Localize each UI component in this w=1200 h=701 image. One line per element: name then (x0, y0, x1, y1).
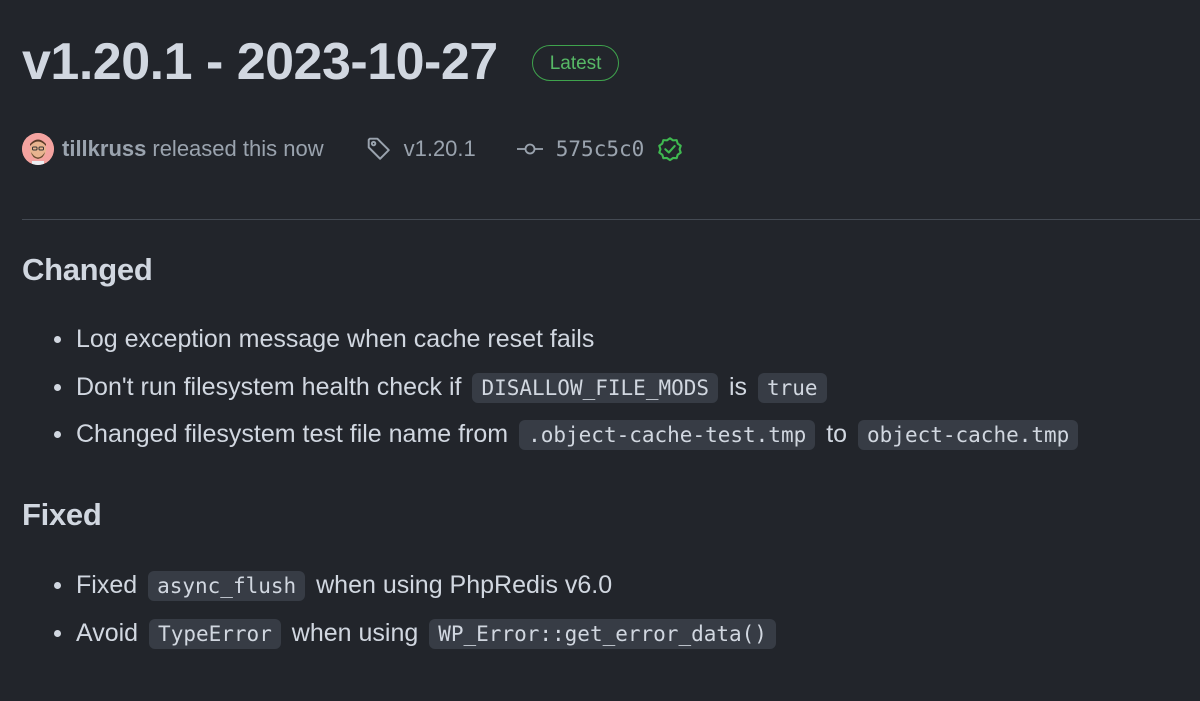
item-text: Avoid (76, 618, 139, 647)
released-text: released this now (152, 136, 324, 161)
inline-code: object-cache.tmp (858, 420, 1079, 450)
item-text: is (728, 372, 748, 401)
git-commit-icon (516, 143, 543, 155)
release-title[interactable]: v1.20.1 - 2023-10-27 (22, 26, 498, 98)
list-item: Avoid TypeError when using WP_Error::get… (22, 614, 780, 662)
inline-code: .object-cache-test.tmp (519, 420, 816, 450)
list-item: Log exception message when cache reset f… (22, 320, 1082, 368)
verified-check-icon[interactable] (656, 135, 696, 163)
inline-code: DISALLOW_FILE_MODS (472, 372, 719, 403)
inline-code: true (758, 372, 827, 403)
inline-code: TypeError (149, 618, 281, 649)
tag-icon (367, 137, 390, 160)
list-item: Don't run filesystem health check if DIS… (22, 368, 1082, 416)
release-meta: tillkruss released this now v1.20.1 575c… (22, 130, 696, 168)
fixed-list: Fixed async_flush when using PhpRedis v6… (22, 566, 780, 661)
changed-heading: Changed (22, 252, 153, 287)
inline-code: WP_Error::get_error_data() (429, 618, 776, 649)
fixed-heading: Fixed (22, 497, 102, 532)
item-text: when using PhpRedis v6.0 (316, 571, 613, 599)
item-text: Changed filesystem test file name from (76, 420, 509, 448)
list-item: Changed filesystem test file name from .… (22, 415, 1082, 463)
commit-sha: 575c5c0 (555, 137, 645, 161)
divider (22, 219, 1200, 220)
item-text: Log exception message when cache reset f… (76, 325, 595, 353)
inline-code: async_flush (148, 571, 306, 601)
tag-label: v1.20.1 (403, 136, 476, 161)
release-header: v1.20.1 - 2023-10-27 Latest (22, 26, 620, 98)
author-link[interactable]: tillkruss (62, 136, 146, 162)
item-text: to (826, 420, 848, 448)
commit-link[interactable]: 575c5c0 (516, 135, 697, 163)
release-page: v1.20.1 - 2023-10-27 Latest tillkruss re… (0, 0, 1200, 701)
latest-badge: Latest (531, 45, 620, 81)
changed-list: Log exception message when cache reset f… (22, 320, 1082, 463)
list-item: Fixed async_flush when using PhpRedis v6… (22, 566, 780, 614)
item-text: Fixed (76, 571, 138, 599)
item-text: Don't run filesystem health check if (76, 372, 462, 401)
item-text: when using (291, 618, 419, 647)
tag-link[interactable]: v1.20.1 (366, 136, 476, 162)
user-avatar[interactable] (22, 133, 54, 165)
